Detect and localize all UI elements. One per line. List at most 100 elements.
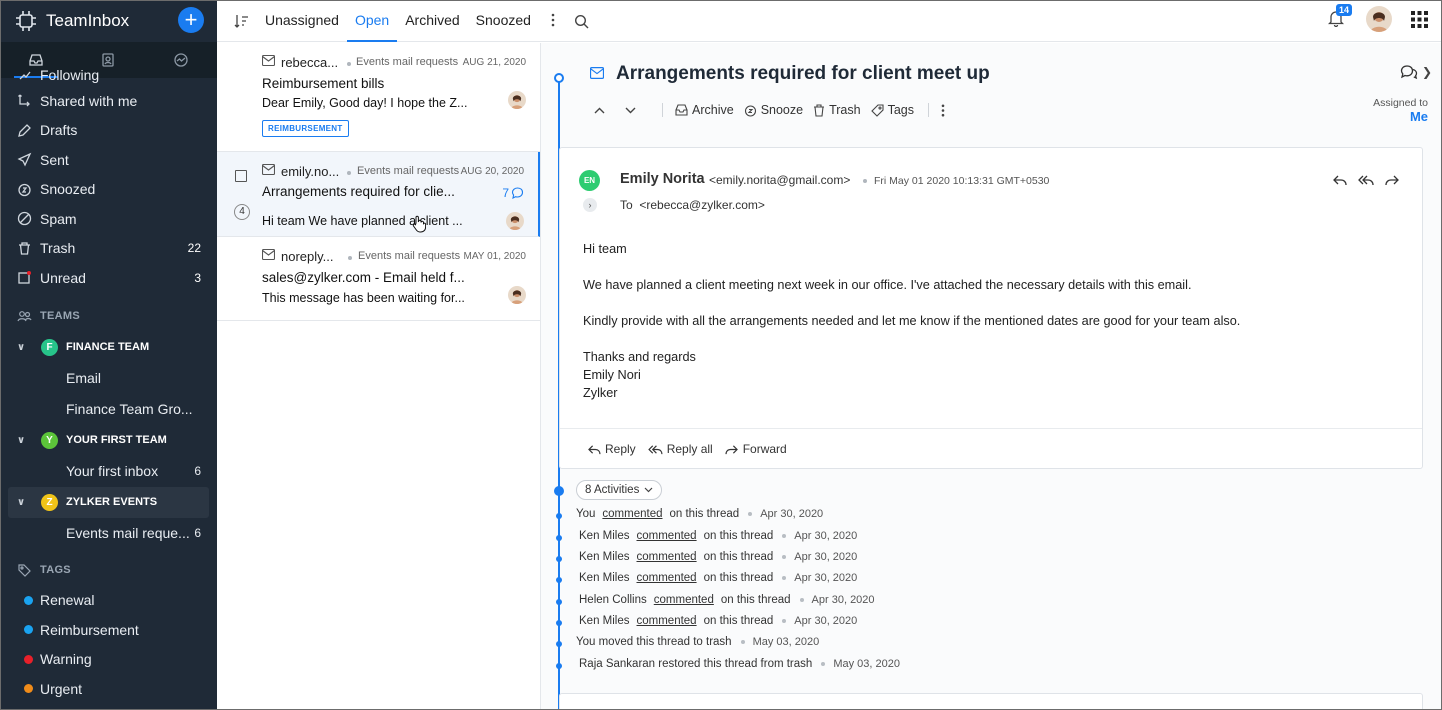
- activity-link[interactable]: commented: [654, 594, 714, 606]
- activity-date: Apr 30, 2020: [794, 551, 858, 563]
- chevron-down-icon[interactable]: ∨: [17, 497, 29, 508]
- activity-link[interactable]: commented: [602, 508, 662, 520]
- assignee-box[interactable]: Assigned to Me: [1373, 97, 1428, 124]
- reply-all-button[interactable]: Reply all: [647, 442, 713, 456]
- snooze-button[interactable]: Snooze: [744, 103, 803, 117]
- spam-icon: [17, 211, 32, 226]
- team-your-first[interactable]: ∨ Y YOUR FIRST TEAM: [0, 425, 217, 456]
- select-checkbox[interactable]: [235, 170, 247, 182]
- plus-icon[interactable]: +: [178, 7, 204, 33]
- tab-snoozed[interactable]: Snoozed: [468, 0, 539, 42]
- team-inbox-email[interactable]: Email: [0, 363, 217, 394]
- notifications-button[interactable]: 14: [1327, 4, 1353, 30]
- teaminbox-logo-icon: [16, 11, 36, 31]
- sidebar-item-shared[interactable]: Shared with me: [0, 86, 217, 116]
- forward-icon[interactable]: [1385, 174, 1400, 186]
- message-subject: sales@zylker.com - Email held f...: [262, 270, 465, 285]
- reply-all-icon[interactable]: [1358, 174, 1374, 186]
- trash-button[interactable]: Trash: [813, 103, 861, 117]
- team-inbox-your-first[interactable]: Your first inbox 6: [0, 456, 217, 487]
- message-subject: Arrangements required for clie...: [262, 184, 455, 199]
- activities-toggle[interactable]: 8 Activities: [576, 480, 663, 500]
- sidebar-item-label: Unread: [40, 269, 86, 286]
- comment-count[interactable]: 7: [502, 186, 524, 200]
- activity-link[interactable]: commented: [637, 615, 697, 627]
- sidebar-item-spam[interactable]: Spam: [0, 204, 217, 234]
- search-icon[interactable]: [574, 14, 589, 29]
- more-options-button[interactable]: [941, 104, 949, 117]
- tab-open[interactable]: Open: [346, 0, 398, 42]
- team-inbox-events-mail[interactable]: Events mail reque... 6: [0, 518, 217, 549]
- user-avatar[interactable]: [1366, 6, 1392, 32]
- more-vertical-icon: [941, 104, 945, 116]
- message-inbox: Events mail requests: [356, 56, 459, 68]
- sidebar-item-sent[interactable]: Sent: [0, 145, 217, 175]
- prev-thread-button[interactable]: [594, 107, 609, 114]
- list-item[interactable]: emily.no... Events mail requests AUG 20,…: [217, 152, 540, 237]
- tag-icon: [17, 563, 32, 578]
- tab-archived[interactable]: Archived: [397, 0, 467, 42]
- next-thread-button[interactable]: [625, 107, 640, 114]
- tag-chip[interactable]: REIMBURSEMENT: [262, 120, 349, 137]
- activity-date: Apr 30, 2020: [811, 594, 875, 606]
- thread-title: Arrangements required for client meet up: [616, 63, 990, 84]
- expand-recipients-icon[interactable]: ›: [583, 198, 597, 212]
- message-preview: Hi team We have planned a client ...: [262, 214, 463, 228]
- tags-section-header: TAGS: [0, 555, 217, 586]
- trash-icon: [17, 241, 32, 256]
- archive-button[interactable]: Archive: [675, 103, 734, 117]
- next-email-card[interactable]: [559, 693, 1423, 710]
- sent-icon: [17, 152, 32, 167]
- sidebar-item-drafts[interactable]: Drafts: [0, 116, 217, 146]
- tag-urgent[interactable]: Urgent: [0, 674, 217, 704]
- sidebar-item-snoozed[interactable]: Snoozed: [0, 175, 217, 205]
- activity-dot: [556, 556, 562, 562]
- top-bar: Unassigned Open Archived Snoozed 14: [217, 0, 1442, 42]
- recipients: To <rebecca@zylker.com>: [620, 198, 765, 212]
- activity-date: Apr 30, 2020: [794, 572, 858, 584]
- tab-unassigned[interactable]: Unassigned: [257, 0, 347, 42]
- activity-link[interactable]: commented: [637, 551, 697, 563]
- envelope-icon: [262, 249, 275, 260]
- activity-dot: [556, 577, 562, 583]
- list-item[interactable]: noreply... Events mail requests MAY 01, …: [217, 237, 540, 321]
- team-zylker-events[interactable]: ∨ Z ZYLKER EVENTS: [8, 486, 209, 518]
- chevron-right-icon[interactable]: ❯: [1422, 65, 1432, 79]
- tags-button[interactable]: Tags: [870, 103, 914, 117]
- sidebar-list: Following Shared with me Drafts Sent Sno…: [0, 67, 217, 704]
- reply-button[interactable]: Reply: [587, 442, 636, 456]
- activity-date: Apr 30, 2020: [794, 615, 858, 627]
- tag-reimbursement[interactable]: Reimbursement: [0, 615, 217, 645]
- sidebar-item-trash[interactable]: Trash 22: [0, 234, 217, 264]
- sidebar-item-following[interactable]: Following: [0, 64, 217, 86]
- reply-icon[interactable]: [1332, 174, 1347, 186]
- chevron-down-icon[interactable]: ∨: [17, 342, 29, 353]
- team-inbox-finance-group[interactable]: Finance Team Gro...: [0, 394, 217, 425]
- list-item[interactable]: rebecca... Events mail requests AUG 21, …: [217, 43, 540, 152]
- activity-item: You moved this thread to trash May 03, 20…: [576, 636, 820, 648]
- teams-section-header: TEAMS: [0, 301, 217, 332]
- teams-icon: [17, 309, 32, 324]
- assignee-avatar: [508, 91, 526, 109]
- more-vertical-icon[interactable]: [551, 13, 555, 27]
- tag-renewal[interactable]: Renewal: [0, 586, 217, 616]
- team-finance[interactable]: ∨ F FINANCE TEAM: [0, 332, 217, 363]
- sidebar-item-unread[interactable]: Unread 3: [0, 263, 217, 293]
- thread-detail: Arrangements required for client meet up…: [541, 43, 1442, 710]
- activity-link[interactable]: commented: [637, 572, 697, 584]
- tag-icon: [870, 103, 884, 117]
- chevron-down-icon[interactable]: ∨: [17, 435, 29, 446]
- apps-grid-icon[interactable]: [1411, 11, 1428, 28]
- activity-link[interactable]: commented: [637, 530, 697, 542]
- activity-dot: [556, 535, 562, 541]
- forward-button[interactable]: Forward: [725, 442, 787, 456]
- message-date: AUG 20, 2020: [460, 166, 524, 177]
- comments-icon[interactable]: [1400, 64, 1418, 80]
- tag-warning[interactable]: Warning: [0, 645, 217, 675]
- snooze-icon: [744, 104, 756, 117]
- chevron-down-icon: [644, 487, 653, 493]
- message-date: AUG 21, 2020: [462, 57, 526, 68]
- activity-dot: [556, 599, 562, 605]
- sort-icon[interactable]: [234, 14, 249, 28]
- message-preview: This message has been waiting for...: [262, 291, 465, 305]
